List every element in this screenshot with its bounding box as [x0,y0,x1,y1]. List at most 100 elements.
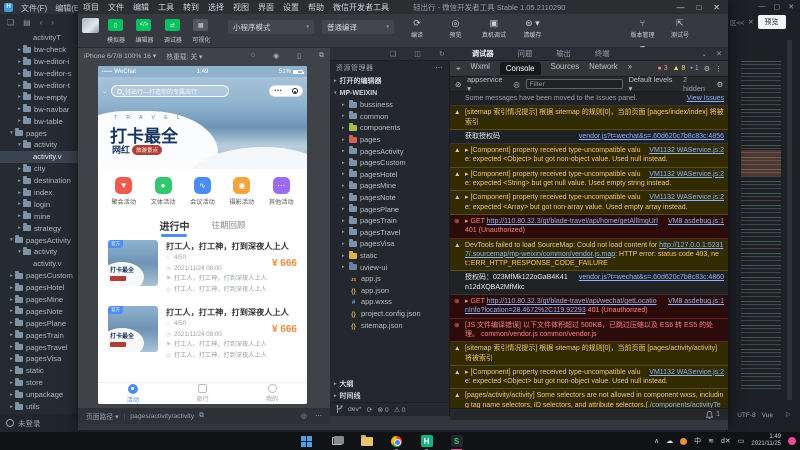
console-message[interactable]: vendor.js?t=wechat&s=.60d620c7b8c83c:486… [450,271,728,295]
explorer-tree-item[interactable]: ▸ pagesVisa [330,238,449,250]
file-tree-item[interactable]: ▸ bw-check [0,44,88,56]
toolbar-action-button[interactable]: ⊜ ▾ 清缓存 [515,17,549,39]
activity-card[interactable]: 官方 打卡最全 打工人，打工神，打到深夜人上人 ○4/50 ◷2021/11/2… [106,238,299,296]
console-message[interactable]: VM8 asdebug.js:1 ▸ GET http://110.80.32.… [450,295,728,319]
category-item[interactable]: ∿ 会议活动 [185,177,219,206]
explorer-tree-item[interactable]: ▸ uview-ui [330,261,449,273]
task-view-button[interactable] [330,435,343,448]
preview-button[interactable]: 预览 [758,15,786,29]
category-item[interactable]: ⋯ 其他活动 [264,177,298,206]
panel-tab[interactable]: 调试器 [472,49,494,59]
explorer-tree-item[interactable]: ▸ pagesCustom [330,157,449,169]
console-message[interactable]: [JS 文件编译错误] 以下文件体积超过 500KB，已跳过压缩以及 ES6 转… [450,319,728,343]
mode-button-icon[interactable]: ⇄ [165,19,180,31]
file-tree-item[interactable]: ▸ pagesTrain [0,329,88,341]
file-tree-item[interactable]: ▸ bw-empty [0,91,88,103]
mode-button[interactable]: </> 编辑器 [132,14,156,44]
error-count[interactable]: ⊗ 0 [377,406,388,414]
file-explorer-button[interactable] [360,435,373,448]
file-tree-item[interactable]: ▸ login [0,198,88,210]
close-panel-icon[interactable]: ✕ [716,50,722,58]
devtools-menu-item[interactable]: 编辑 [133,2,149,13]
file-tree-item[interactable]: ▸ pagesHotel [0,282,88,294]
devtools-tab[interactable]: Console [500,62,541,75]
warning-badge[interactable]: ▲ 8 [673,65,686,72]
hero-banner[interactable]: ⌄ 轻出行—打造你的专属出行 ••• T R A V E L 打卡最全 [98,77,307,169]
copy-icon[interactable]: ⧉ [199,412,204,420]
console-message[interactable]: VM1132 WAService.js:2 ▸ [Component] prop… [450,168,728,192]
inspect-icon[interactable]: ⌖ [456,64,460,74]
source-link[interactable]: View Issues [687,94,724,103]
file-tree-item[interactable]: ▸ index [0,187,88,199]
explorer-tree-item[interactable]: ▸ pagesMine [330,180,449,192]
console-message[interactable]: VM1132 WAService.js:2 ▸ [Component] prop… [450,144,728,168]
file-tree-item[interactable]: ▸ mine [0,210,88,222]
volume-muted-icon[interactable]: d✕ [721,437,731,445]
explorer-tree-item[interactable]: ▸ pagesTravel [330,227,449,239]
message-link[interactable]: http://110.80.32.3/gt/blade-travel/api/h… [487,218,658,225]
console-message[interactable]: DevTools failed to load SourceMap: Could… [450,239,728,272]
console-message[interactable]: VM1132 WAService.js:2 ▸ [Component] prop… [450,366,728,390]
mode-dropdown[interactable]: 小程序模式▾ [228,20,314,34]
file-tree-item[interactable]: ▸ city [0,163,88,175]
devtools-menu-item[interactable]: 文件 [108,2,124,13]
source-link[interactable]: vendor.js?t=wechat&s=.60d620c7b8c83c:486… [579,273,724,282]
explorer-tree-item[interactable]: app.wxss [330,296,449,308]
collapsed-section[interactable]: ▸ 时间线 [330,390,450,402]
file-tree-item[interactable]: ▸ pagesVisa [0,353,88,365]
input-method-indicator[interactable]: 中 [694,436,701,446]
source-link[interactable]: VM1132 WAService.js:2 [649,368,724,377]
explorer-tree-item[interactable]: project.config.json [330,308,449,320]
file-tree-item[interactable]: ▸ pagesCustom [0,270,88,282]
explorer-tree-item[interactable]: ▸ static [330,250,449,262]
file-tree-item[interactable]: ▸ destination [0,175,88,187]
notification-count[interactable]: 1 [716,411,720,418]
panel-tab[interactable]: 问题 [518,49,533,59]
explorer-tree-item[interactable]: ▸ pagesActivity [330,145,449,157]
status-item[interactable]: UTF-8 [737,412,755,419]
project-root-section[interactable]: ▾ MP-WEIXIN [330,87,449,99]
panelbar-icon[interactable]: ◫ [414,50,421,58]
eye-icon[interactable]: ◎ [301,412,307,420]
bell-icon[interactable]: ⚐ [785,411,791,419]
file-tree-item[interactable]: ▸ bw-table [0,115,88,127]
file-tree-item[interactable]: ▸ bw-editor-i [0,56,88,68]
info-badge[interactable]: ▪ 1 [690,65,698,72]
close-icon[interactable]: ✕ [713,3,720,12]
file-tree-item[interactable]: ▸ bw-navbar [0,103,88,115]
devtools-menu-item[interactable]: 界面 [258,2,274,13]
console-message[interactable]: VM8 asdebug.js:1 ▸ GET http://110.80.32.… [450,215,728,239]
explorer-tree-item[interactable]: app.json [330,285,449,297]
close-tab-icon[interactable]: ✕ [748,18,753,26]
notification-badge[interactable] [788,437,796,445]
devtools-tab[interactable]: Network [589,62,618,75]
toolbar-action-button[interactable]: ⟳ 编译 [400,17,434,39]
console-message[interactable]: [pages/activity/activity] Some selectors… [450,389,728,408]
settings-gear-icon[interactable]: ⚙ [704,65,710,73]
collapsed-section[interactable]: ▸ 大纲 [330,378,450,390]
search-input[interactable]: 轻出行—打造你的专属出行 [111,85,229,97]
simulator-bar-icon[interactable]: ⧉ [319,52,324,60]
hbx-menu-item[interactable]: 文件(F) [21,4,47,13]
eye-icon[interactable]: ◎ [513,80,519,89]
hbx-toolbar-icon[interactable]: ‹ [40,18,43,27]
error-badge[interactable]: ● 3 [658,65,668,72]
devtools-menu-item[interactable]: 项目 [83,2,99,13]
clock[interactable]: 1:49 2021/11/25 [751,434,781,448]
file-tree-item[interactable]: ▾ pagesActivity [0,234,88,246]
source-link[interactable]: vendor.js?t=wechat&s=.60d620c7b8c83c:485… [579,132,724,141]
maximize-icon[interactable]: □ [696,3,701,12]
mode-button[interactable]: ▯ 模拟器 [104,14,128,44]
filter-input[interactable] [526,79,623,89]
mode-button[interactable]: ▦ 可视化 [189,14,213,44]
status-item[interactable]: Vue [762,412,773,419]
explorer-tree-item[interactable]: ▸ bussiness [330,99,449,111]
source-link[interactable]: VM1132 WAService.js:2 [649,193,724,202]
console-message[interactable]: [sitemap 索引情况提示] 根据 sitemap 的规则[0]，当前页面 … [450,106,728,130]
tray-expand-icon[interactable]: ∧ [654,437,659,445]
page-path-dropdown[interactable]: 页面路径 ▾ [86,411,119,421]
panel-tab[interactable]: 输出 [556,49,571,59]
explorer-tree-item[interactable]: ▸ pagesPlane [330,203,449,215]
kebab-menu-icon[interactable]: ⋮ [715,65,722,73]
tabbar-item[interactable]: 旅行 [168,383,238,404]
